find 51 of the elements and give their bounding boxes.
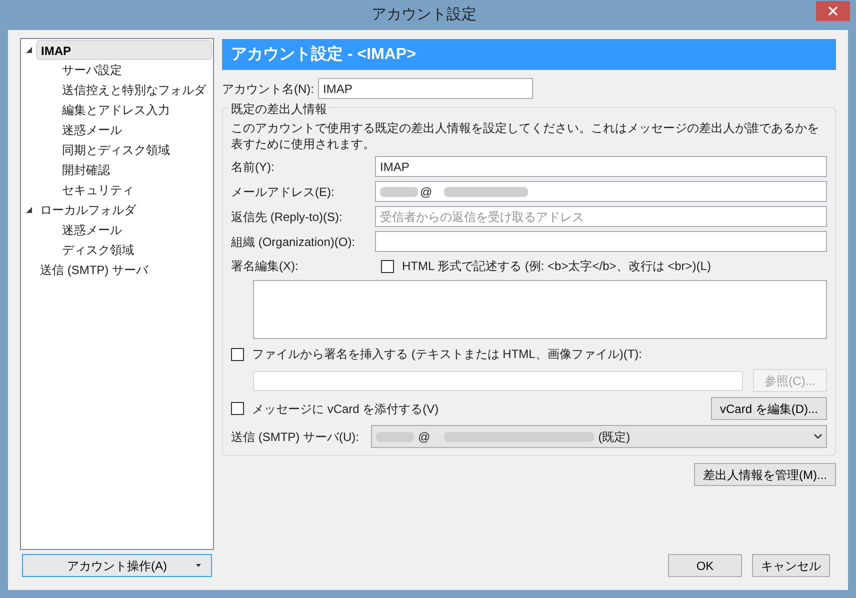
field-label: 名前(Y): (231, 158, 276, 176)
field-value: @ (420, 184, 432, 200)
edit-vcard-button[interactable]: vCard を編集(D)... (710, 397, 827, 420)
dialog-button[interactable]: キャンセル (752, 554, 830, 577)
account-name-field[interactable]: IMAP (318, 78, 533, 99)
panel-header: アカウント設定 - <IMAP> (222, 39, 836, 70)
field-label: アカウント名(N): (222, 80, 314, 98)
field-label: 返信先 (Reply-to)(S): (231, 208, 344, 226)
tree-item[interactable]: ローカルフォルダ (36, 200, 140, 220)
field-label: 組織 (Organization)(O): (231, 234, 356, 250)
tree-item[interactable]: 編集とアドレス入力 (58, 100, 174, 120)
checkbox-label[interactable]: ファイルから署名を挿入する (テキストまたは HTML、画像ファイル)(T): (252, 345, 642, 363)
tree-item[interactable]: 送信 (SMTP) サーバ (36, 260, 152, 280)
manage-identities-button[interactable]: 差出人情報を管理(M)... (694, 463, 836, 486)
field-label: メールアドレス(E): (231, 184, 336, 200)
dialog-button[interactable]: OK (668, 554, 742, 577)
redacted-text (380, 186, 418, 196)
account-actions-button[interactable]: アカウント操作(A) (22, 554, 212, 577)
file-path-field[interactable] (253, 370, 743, 390)
checkbox[interactable] (381, 260, 394, 272)
group-title: 既定の差出人情報 (229, 100, 329, 118)
close-icon (828, 6, 838, 16)
text-field[interactable] (375, 231, 827, 252)
dropdown-value: (既定) (598, 428, 630, 446)
tree-item[interactable]: 開封確認 (58, 160, 114, 180)
description-text: このアカウントで使用する既定の差出人情報を設定してください。これはメッセージの差出人が誰であるかを表すために使用されます。 (231, 120, 820, 152)
smtp-server-dropdown[interactable]: @ (既定) (371, 425, 827, 448)
email-field[interactable]: @ (375, 181, 827, 202)
chevron-down-icon (814, 434, 822, 439)
checkbox-label[interactable]: HTML 形式で記述する (例: <b>太字</b>、改行は <br>)(L) (402, 257, 711, 275)
tree-item[interactable]: 送信控えと特別なフォルダ (58, 80, 210, 100)
checkbox-label[interactable]: メッセージに vCard を添付する(V) (252, 400, 439, 418)
tree-item[interactable]: セキュリティ (58, 180, 138, 200)
tree-item[interactable]: ディスク領域 (58, 240, 138, 260)
tree-item[interactable]: 迷惑メール (58, 220, 126, 240)
text-field[interactable]: IMAP (375, 156, 827, 177)
expanded-triangle-icon[interactable] (26, 47, 32, 53)
field-label: 送信 (SMTP) サーバ(U): (231, 428, 360, 446)
checkbox[interactable] (231, 348, 244, 360)
checkbox[interactable] (231, 402, 244, 415)
text-field[interactable]: 受信者からの返信を受け取るアドレス (375, 206, 827, 227)
dropdown-caret-icon (196, 564, 201, 567)
expanded-triangle-icon[interactable] (26, 207, 32, 213)
window-title: アカウント設定 (370, 4, 478, 25)
tree-item[interactable]: サーバ設定 (58, 60, 126, 80)
field-label: 署名編集(X): (231, 258, 300, 275)
dropdown-value: @ (418, 428, 430, 446)
tree-item[interactable]: 同期とディスク領域 (58, 140, 174, 160)
tree-item[interactable]: 迷惑メール (58, 120, 126, 140)
tree-item[interactable]: IMAP (36, 40, 212, 60)
close-button[interactable] (816, 1, 850, 21)
